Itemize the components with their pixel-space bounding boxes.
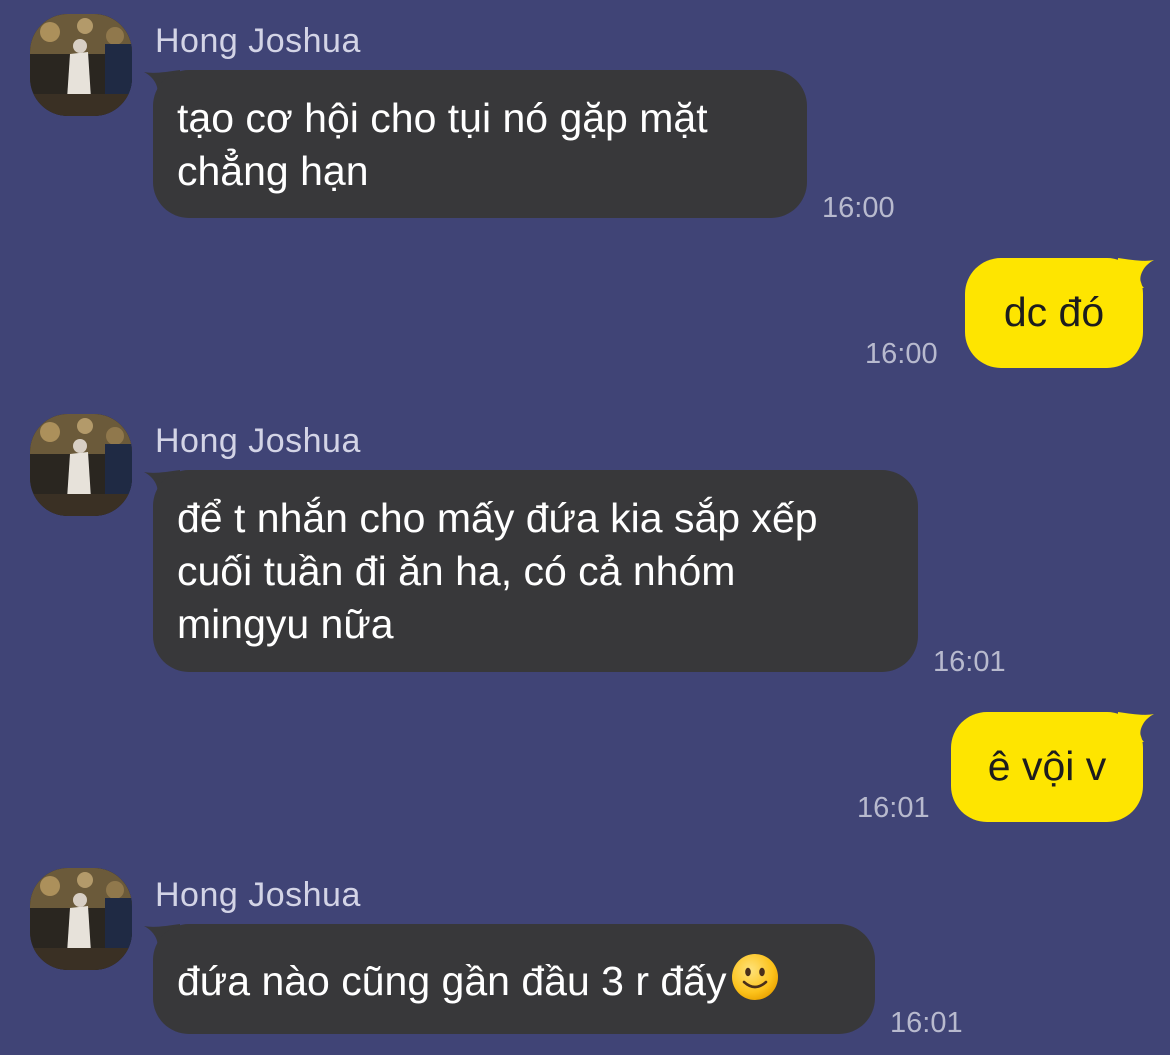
message-text: đứa nào cũng gần đầu 3 r đấy: [177, 958, 727, 1004]
message-text-line: đứa nào cũng gần đầu 3 r đấy: [177, 952, 851, 1008]
message-text-line: tạo cơ hội cho tụi nó gặp mặt: [177, 95, 708, 141]
message-timestamp: 16:01: [890, 1007, 963, 1039]
message-text-line: mingyu nữa: [177, 601, 394, 647]
message-bubble-incoming[interactable]: tạo cơ hội cho tụi nó gặp mặt chẳng hạn: [153, 70, 807, 218]
sender-name: Hong Joshua: [155, 422, 361, 460]
message-timestamp: 16:00: [865, 338, 938, 370]
message-text-line: để t nhắn cho mấy đứa kia sắp xếp: [177, 495, 818, 541]
sender-name: Hong Joshua: [155, 22, 361, 60]
message-text-line: cuối tuần đi ăn ha, có cả nhóm: [177, 548, 736, 594]
avatar-photo-icon: [30, 14, 132, 116]
message-bubble-outgoing[interactable]: dc đó: [965, 258, 1143, 368]
bubble-tail: [1118, 712, 1154, 742]
avatar-photo-icon: [30, 868, 132, 970]
message-text: dc đó: [1003, 289, 1105, 335]
avatar[interactable]: [30, 868, 132, 970]
message-text-line: chẳng hạn: [177, 148, 369, 194]
message-bubble-incoming[interactable]: để t nhắn cho mấy đứa kia sắp xếp cuối t…: [153, 470, 918, 672]
message-text: ê vội v: [987, 743, 1107, 789]
slightly-smiling-face-icon: [732, 954, 779, 1000]
bubble-tail: [1118, 258, 1154, 288]
message-timestamp: 16:01: [933, 646, 1006, 678]
sender-name: Hong Joshua: [155, 876, 361, 914]
message-timestamp: 16:01: [857, 792, 930, 824]
message-bubble-incoming[interactable]: đứa nào cũng gần đầu 3 r đấy: [153, 924, 875, 1034]
message-bubble-outgoing[interactable]: ê vội v: [951, 712, 1143, 822]
avatar-photo-icon: [30, 414, 132, 516]
avatar[interactable]: [30, 414, 132, 516]
avatar[interactable]: [30, 14, 132, 116]
chat-thread[interactable]: Hong Joshua tạo cơ hội cho tụi nó gặp mặ…: [0, 0, 1170, 1055]
message-timestamp: 16:00: [822, 192, 895, 224]
